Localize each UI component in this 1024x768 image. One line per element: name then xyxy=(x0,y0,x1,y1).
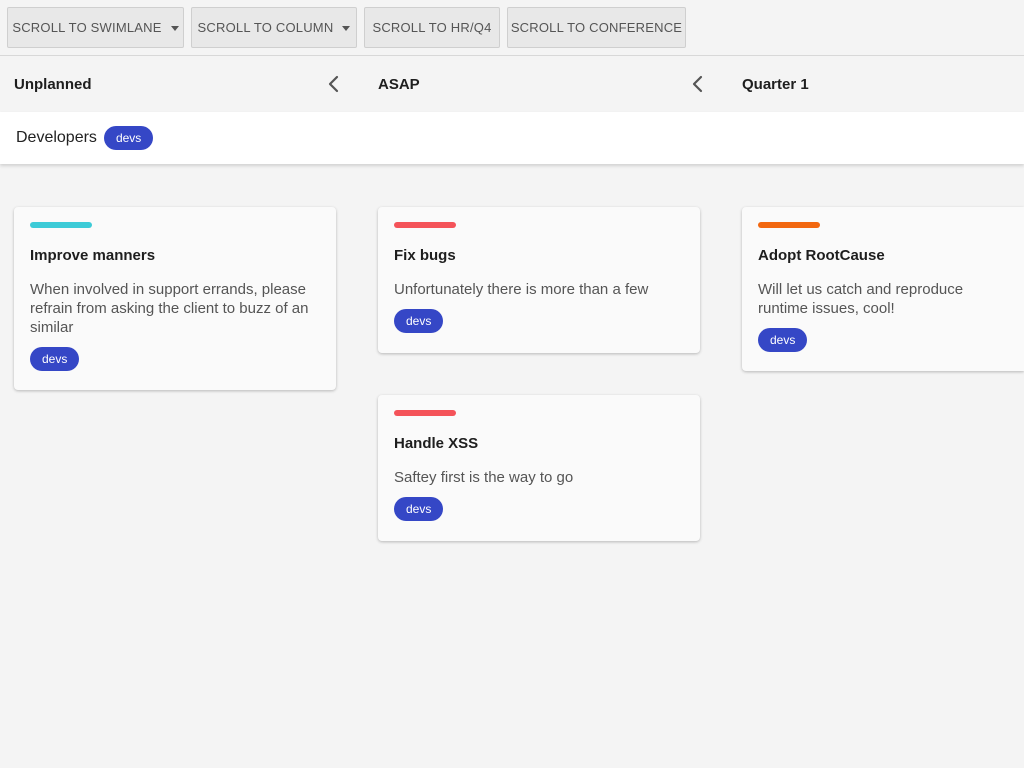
scroll-to-column-button[interactable]: SCROLL TO COLUMN xyxy=(191,7,357,48)
scroll-to-conference-label: SCROLL TO CONFERENCE xyxy=(510,20,683,35)
card-description: When involved in support errands, please… xyxy=(30,281,309,336)
card-adopt-rootcause[interactable]: Adopt RootCause Will let us catch and re… xyxy=(742,207,1024,371)
card-tag: devs xyxy=(30,347,80,371)
card-handle-xss[interactable]: Handle XSS Saftey first is the way to go… xyxy=(378,395,700,541)
card-description: Unfortunately there is more than a few xyxy=(394,281,649,298)
caret-down-icon xyxy=(170,26,179,31)
scroll-to-column-label: SCROLL TO COLUMN xyxy=(197,20,334,35)
card-title: Handle XSS xyxy=(394,435,479,452)
card-color-bar xyxy=(30,222,92,228)
scroll-to-swimlane-button[interactable]: SCROLL TO SWIMLANE xyxy=(7,7,184,48)
toolbar: SCROLL TO SWIMLANE SCROLL TO COLUMN SCRO… xyxy=(0,0,1024,56)
card-color-bar xyxy=(394,222,456,228)
scroll-to-swimlane-label: SCROLL TO SWIMLANE xyxy=(12,20,162,35)
card-fix-bugs[interactable]: Fix bugs Unfortunately there is more tha… xyxy=(378,207,700,353)
swimlane-tag: devs xyxy=(103,126,154,150)
scroll-to-hr-q4-button[interactable]: SCROLL TO HR/Q4 xyxy=(364,7,500,48)
card-description: Will let us catch and reproduce runtime … xyxy=(758,281,964,317)
swimlane-title: Developers xyxy=(16,129,97,146)
column-header-asap: ASAP xyxy=(378,75,420,93)
card-title: Adopt RootCause xyxy=(758,247,885,264)
card-title: Fix bugs xyxy=(394,247,456,264)
column-header-unplanned: Unplanned xyxy=(14,75,92,93)
card-tag: devs xyxy=(394,309,444,333)
card-tag: devs xyxy=(758,328,808,352)
scroll-to-conference-button[interactable]: SCROLL TO CONFERENCE xyxy=(507,7,686,48)
chevron-left-icon[interactable] xyxy=(324,74,344,94)
card-description: Saftey first is the way to go xyxy=(394,469,574,486)
card-improve-manners[interactable]: Improve manners When involved in support… xyxy=(14,207,336,390)
column-header-quarter-1: Quarter 1 xyxy=(742,75,809,93)
scroll-to-hr-q4-label: SCROLL TO HR/Q4 xyxy=(372,20,492,35)
caret-down-icon xyxy=(342,26,351,31)
card-color-bar xyxy=(758,222,820,228)
chevron-left-icon[interactable] xyxy=(688,74,708,94)
card-color-bar xyxy=(394,410,456,416)
card-title: Improve manners xyxy=(30,247,156,264)
card-tag: devs xyxy=(394,497,444,521)
swimlane-header: Developers devs xyxy=(0,112,1024,164)
